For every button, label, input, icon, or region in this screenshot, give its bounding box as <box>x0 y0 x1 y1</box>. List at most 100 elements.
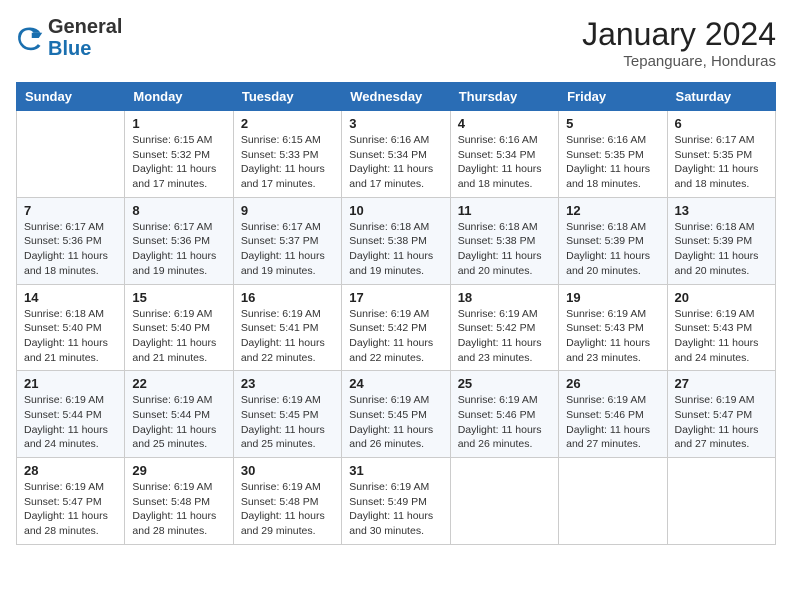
calendar-day-cell <box>17 111 125 198</box>
calendar-week-row: 21 Sunrise: 6:19 AM Sunset: 5:44 PM Dayli… <box>17 371 776 458</box>
calendar-day-cell: 16Sunrise: 6:19 AM Sunset: 5:41 PM Dayli… <box>233 284 341 371</box>
calendar-header-cell: Monday <box>125 83 233 111</box>
calendar-day-cell: 21 Sunrise: 6:19 AM Sunset: 5:44 PM Dayli… <box>17 371 125 458</box>
day-info: Sunrise: 6:19 AM Sunset: 5:43 PM Dayligh… <box>675 307 768 366</box>
day-number: 26 <box>566 376 659 391</box>
calendar-day-cell: 6 Sunrise: 6:17 AM Sunset: 5:35 PM Daylig… <box>667 111 775 198</box>
day-number: 29 <box>132 463 225 478</box>
calendar-day-cell: 4Sunrise: 6:16 AM Sunset: 5:34 PM Daylig… <box>450 111 558 198</box>
day-info: Sunrise: 6:19 AM Sunset: 5:45 PM Dayligh… <box>349 393 442 452</box>
calendar-day-cell: 8 Sunrise: 6:17 AM Sunset: 5:36 PM Daylig… <box>125 197 233 284</box>
day-info: Sunrise: 6:16 AM Sunset: 5:34 PM Dayligh… <box>458 133 551 192</box>
day-info: Sunrise: 6:19 AM Sunset: 5:40 PM Dayligh… <box>132 307 225 366</box>
title-block: January 2024 Tepanguare, Honduras <box>582 16 776 70</box>
calendar-day-cell: 14Sunrise: 6:18 AM Sunset: 5:40 PM Dayli… <box>17 284 125 371</box>
calendar-header-cell: Saturday <box>667 83 775 111</box>
day-number: 18 <box>458 290 551 305</box>
calendar-day-cell: 13 Sunrise: 6:18 AM Sunset: 5:39 PM Dayli… <box>667 197 775 284</box>
day-info: Sunrise: 6:19 AM Sunset: 5:48 PM Dayligh… <box>132 480 225 539</box>
calendar-day-cell: 30 Sunrise: 6:19 AM Sunset: 5:48 PM Dayli… <box>233 458 341 545</box>
day-number: 20 <box>675 290 768 305</box>
day-info: Sunrise: 6:17 AM Sunset: 5:35 PM Dayligh… <box>675 133 768 192</box>
day-info: Sunrise: 6:19 AM Sunset: 5:46 PM Dayligh… <box>566 393 659 452</box>
calendar-day-cell: 15 Sunrise: 6:19 AM Sunset: 5:40 PM Dayli… <box>125 284 233 371</box>
calendar-header-cell: Tuesday <box>233 83 341 111</box>
day-info: Sunrise: 6:16 AM Sunset: 5:35 PM Dayligh… <box>566 133 659 192</box>
calendar-day-cell: 27Sunrise: 6:19 AM Sunset: 5:47 PM Dayli… <box>667 371 775 458</box>
day-info: Sunrise: 6:19 AM Sunset: 5:41 PM Dayligh… <box>241 307 334 366</box>
day-info: Sunrise: 6:19 AM Sunset: 5:42 PM Dayligh… <box>458 307 551 366</box>
calendar-header-row: SundayMondayTuesdayWednesdayThursdayFrid… <box>17 83 776 111</box>
day-number: 6 <box>675 116 768 131</box>
calendar-day-cell: 10Sunrise: 6:18 AM Sunset: 5:38 PM Dayli… <box>342 197 450 284</box>
day-info: Sunrise: 6:19 AM Sunset: 5:46 PM Dayligh… <box>458 393 551 452</box>
day-info: Sunrise: 6:18 AM Sunset: 5:38 PM Dayligh… <box>458 220 551 279</box>
day-number: 13 <box>675 203 768 218</box>
day-number: 23 <box>241 376 334 391</box>
day-info: Sunrise: 6:19 AM Sunset: 5:43 PM Dayligh… <box>566 307 659 366</box>
day-number: 5 <box>566 116 659 131</box>
calendar-day-cell: 3 Sunrise: 6:16 AM Sunset: 5:34 PM Daylig… <box>342 111 450 198</box>
calendar-week-row: 14Sunrise: 6:18 AM Sunset: 5:40 PM Dayli… <box>17 284 776 371</box>
day-number: 15 <box>132 290 225 305</box>
location: Tepanguare, Honduras <box>582 53 776 70</box>
calendar-day-cell <box>667 458 775 545</box>
calendar-day-cell: 7Sunrise: 6:17 AM Sunset: 5:36 PM Daylig… <box>17 197 125 284</box>
calendar-header-cell: Sunday <box>17 83 125 111</box>
day-info: Sunrise: 6:19 AM Sunset: 5:49 PM Dayligh… <box>349 480 442 539</box>
day-number: 12 <box>566 203 659 218</box>
month-title: January 2024 <box>582 16 776 53</box>
day-info: Sunrise: 6:19 AM Sunset: 5:48 PM Dayligh… <box>241 480 334 539</box>
day-info: Sunrise: 6:19 AM Sunset: 5:47 PM Dayligh… <box>24 480 117 539</box>
calendar-week-row: 1Sunrise: 6:15 AM Sunset: 5:32 PM Daylig… <box>17 111 776 198</box>
calendar-day-cell: 18 Sunrise: 6:19 AM Sunset: 5:42 PM Dayli… <box>450 284 558 371</box>
calendar-header-cell: Friday <box>559 83 667 111</box>
day-number: 17 <box>349 290 442 305</box>
calendar-header-cell: Wednesday <box>342 83 450 111</box>
day-info: Sunrise: 6:15 AM Sunset: 5:32 PM Dayligh… <box>132 133 225 192</box>
day-info: Sunrise: 6:18 AM Sunset: 5:39 PM Dayligh… <box>566 220 659 279</box>
day-number: 25 <box>458 376 551 391</box>
calendar-day-cell <box>450 458 558 545</box>
day-info: Sunrise: 6:18 AM Sunset: 5:39 PM Dayligh… <box>675 220 768 279</box>
day-number: 21 <box>24 376 117 391</box>
calendar-day-cell: 9 Sunrise: 6:17 AM Sunset: 5:37 PM Daylig… <box>233 197 341 284</box>
calendar-day-cell: 17Sunrise: 6:19 AM Sunset: 5:42 PM Dayli… <box>342 284 450 371</box>
calendar-day-cell: 19 Sunrise: 6:19 AM Sunset: 5:43 PM Dayli… <box>559 284 667 371</box>
calendar-week-row: 7Sunrise: 6:17 AM Sunset: 5:36 PM Daylig… <box>17 197 776 284</box>
day-info: Sunrise: 6:15 AM Sunset: 5:33 PM Dayligh… <box>241 133 334 192</box>
calendar-day-cell: 2 Sunrise: 6:15 AM Sunset: 5:33 PM Daylig… <box>233 111 341 198</box>
calendar-day-cell: 31 Sunrise: 6:19 AM Sunset: 5:49 PM Dayli… <box>342 458 450 545</box>
logo-text: General Blue <box>48 16 122 60</box>
day-info: Sunrise: 6:19 AM Sunset: 5:44 PM Dayligh… <box>24 393 117 452</box>
calendar-day-cell: 22Sunrise: 6:19 AM Sunset: 5:44 PM Dayli… <box>125 371 233 458</box>
day-info: Sunrise: 6:19 AM Sunset: 5:47 PM Dayligh… <box>675 393 768 452</box>
day-info: Sunrise: 6:17 AM Sunset: 5:36 PM Dayligh… <box>132 220 225 279</box>
calendar-day-cell: 26 Sunrise: 6:19 AM Sunset: 5:46 PM Dayli… <box>559 371 667 458</box>
calendar-day-cell: 23Sunrise: 6:19 AM Sunset: 5:45 PM Dayli… <box>233 371 341 458</box>
calendar-day-cell: 11 Sunrise: 6:18 AM Sunset: 5:38 PM Dayli… <box>450 197 558 284</box>
calendar-day-cell: 12 Sunrise: 6:18 AM Sunset: 5:39 PM Dayli… <box>559 197 667 284</box>
day-number: 11 <box>458 203 551 218</box>
calendar-day-cell: 1Sunrise: 6:15 AM Sunset: 5:32 PM Daylig… <box>125 111 233 198</box>
day-info: Sunrise: 6:16 AM Sunset: 5:34 PM Dayligh… <box>349 133 442 192</box>
day-number: 3 <box>349 116 442 131</box>
calendar-day-cell: 28 Sunrise: 6:19 AM Sunset: 5:47 PM Dayli… <box>17 458 125 545</box>
day-number: 31 <box>349 463 442 478</box>
day-number: 19 <box>566 290 659 305</box>
calendar-body: 1Sunrise: 6:15 AM Sunset: 5:32 PM Daylig… <box>17 111 776 545</box>
day-info: Sunrise: 6:19 AM Sunset: 5:44 PM Dayligh… <box>132 393 225 452</box>
day-number: 28 <box>24 463 117 478</box>
day-number: 8 <box>132 203 225 218</box>
logo: General Blue <box>16 16 122 60</box>
day-number: 9 <box>241 203 334 218</box>
day-info: Sunrise: 6:17 AM Sunset: 5:37 PM Dayligh… <box>241 220 334 279</box>
logo-icon <box>16 24 44 52</box>
day-number: 14 <box>24 290 117 305</box>
page-header: General Blue January 2024 Tepanguare, Ho… <box>16 16 776 70</box>
calendar-day-cell <box>559 458 667 545</box>
day-number: 2 <box>241 116 334 131</box>
calendar-header-cell: Thursday <box>450 83 558 111</box>
calendar-day-cell: 25 Sunrise: 6:19 AM Sunset: 5:46 PM Dayli… <box>450 371 558 458</box>
day-number: 30 <box>241 463 334 478</box>
